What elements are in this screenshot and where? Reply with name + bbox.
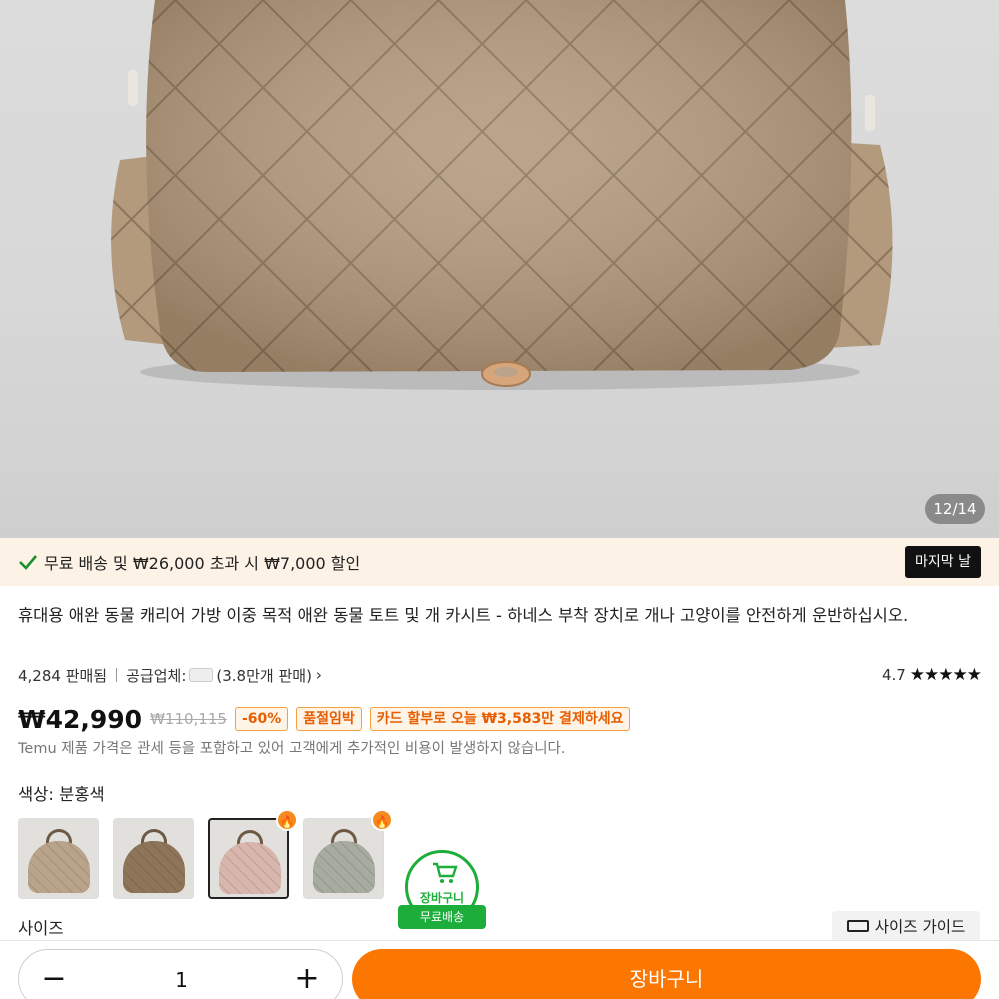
color-swatch-beige[interactable] <box>18 818 99 899</box>
quilted-bag-illustration <box>111 0 893 390</box>
price-row: ₩42,990 ₩110,115 -60% 품절임박 카드 할부로 오늘 ₩3,… <box>18 703 631 735</box>
quantity-stepper: − 1 + <box>18 949 343 999</box>
discount-tag: -60% <box>234 707 289 731</box>
free-shipping-ribbon: 무료배송 <box>398 905 486 929</box>
hot-item-icon: 🔥 <box>371 809 393 831</box>
product-title: 휴대용 애완 동물 캐리어 가방 이중 목적 애완 동물 토트 및 개 카시트 … <box>18 606 909 625</box>
star-rating-icon: ★★★★★ <box>909 665 982 685</box>
supplier-sales[interactable]: (3.8만개 판매) <box>216 665 312 686</box>
tax-note: Temu 제품 가격은 관세 등을 포함하고 있어 고객에게 추가적인 비용이 … <box>18 741 566 757</box>
color-label: 색상: 분홍색 <box>18 785 105 804</box>
increase-quantity-button[interactable]: + <box>277 950 337 999</box>
ruler-icon <box>846 920 869 932</box>
current-price: ₩42,990 <box>18 704 143 734</box>
promo-banner[interactable]: 무료 배송 및 ₩26,000 초과 시 ₩7,000 할인 마지막 날 <box>0 538 999 586</box>
last-day-badge: 마지막 날 <box>905 546 981 578</box>
color-swatch-pink[interactable] <box>208 818 289 899</box>
chevron-right-icon[interactable]: › <box>316 666 322 684</box>
image-counter: 12/14 <box>925 494 985 524</box>
bag-thumbnail <box>313 841 375 893</box>
bag-thumbnail <box>123 841 185 893</box>
size-label: 사이즈 <box>18 919 64 938</box>
color-swatch-brown[interactable] <box>113 818 194 899</box>
supplier-label: 공급업체: <box>126 666 187 685</box>
original-price: ₩110,115 <box>150 710 227 728</box>
bottom-action-bar: − 1 + 장바구니 <box>0 940 999 999</box>
hot-item-icon: 🔥 <box>276 809 298 831</box>
product-meta: 4,284 판매됨 공급업체: (3.8만개 판매) › 4.7 ★★★★★ <box>18 662 982 688</box>
cart-icon <box>433 862 458 883</box>
quantity-value[interactable]: 1 <box>149 950 214 999</box>
sold-count: 4,284 판매됨 <box>18 666 108 685</box>
promo-text: 무료 배송 및 ₩26,000 초과 시 ₩7,000 할인 <box>44 554 361 573</box>
stock-tag: 품절임박 <box>296 707 362 731</box>
bag-thumbnail <box>28 841 90 893</box>
add-to-cart-button[interactable]: 장바구니 <box>352 949 981 999</box>
product-image[interactable]: 12/14 <box>0 0 999 538</box>
installment-tag: 카드 할부로 오늘 ₩3,583만 결제하세요 <box>369 707 631 731</box>
bag-thumbnail <box>219 842 281 894</box>
supplier-logo[interactable] <box>189 668 214 682</box>
rating-value: 4.7 <box>881 666 906 684</box>
decrease-quantity-button[interactable]: − <box>24 950 84 999</box>
check-icon <box>19 555 37 570</box>
cart-badge-label: 장바구니 <box>419 891 465 905</box>
divider <box>116 668 118 682</box>
size-guide-button[interactable]: 사이즈 가이드 <box>832 911 980 941</box>
color-swatch-gray-green[interactable] <box>303 818 384 899</box>
size-guide-label: 사이즈 가이드 <box>874 918 966 936</box>
rating[interactable]: 4.7 ★★★★★ <box>881 665 982 685</box>
